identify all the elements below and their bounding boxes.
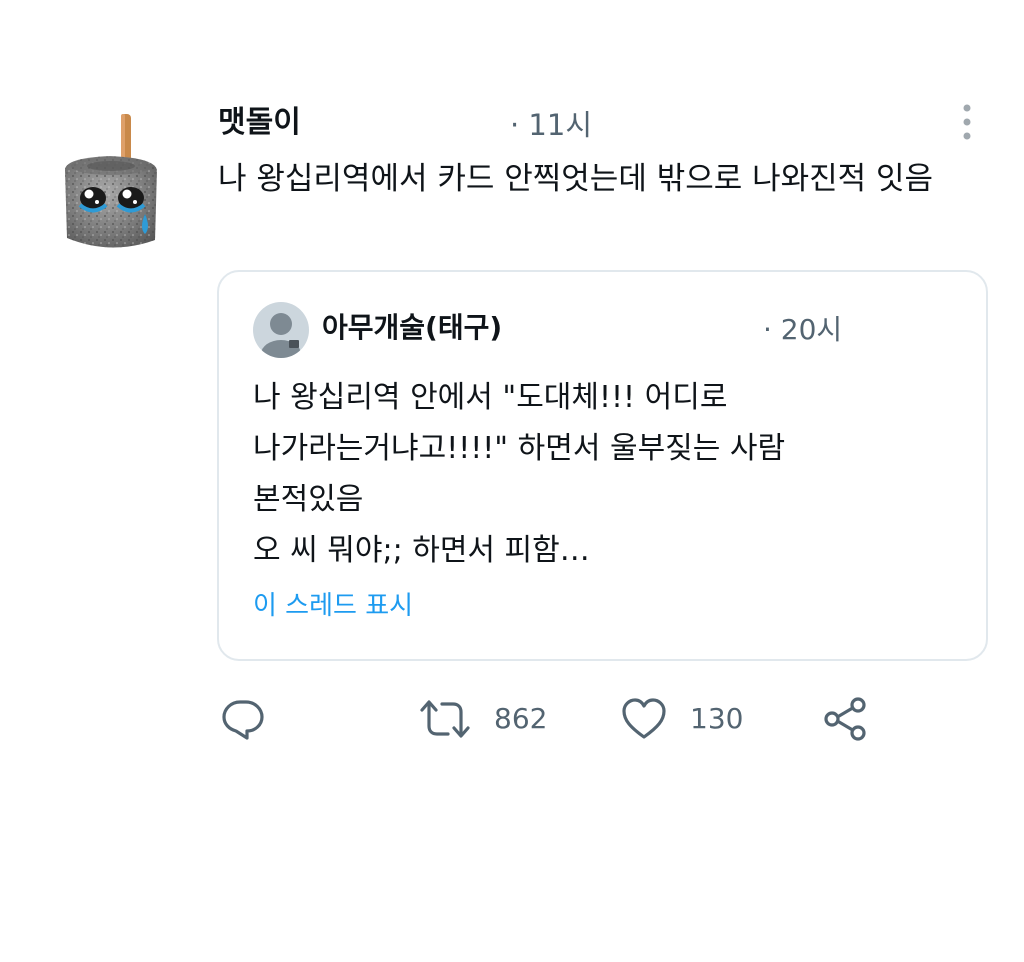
author-name[interactable]: 맷돌이: [218, 103, 301, 143]
like-count: 130: [690, 702, 744, 735]
quote-text: 나 왕십리역 안에서 "도대체!!! 어디로 나가라는거냐고!!!!" 하면서 …: [253, 372, 953, 576]
retweet-icon: [420, 700, 470, 738]
tweet-timestamp[interactable]: · 11시: [510, 105, 592, 145]
heart-icon: [622, 698, 666, 739]
quote-author-name[interactable]: 아무개술(태구): [322, 308, 502, 348]
default-profile-icon[interactable]: [253, 302, 309, 358]
quote-text-line: 오 씨 뭐야;; 하면서 피함…: [253, 533, 590, 568]
retweet-count: 862: [494, 702, 548, 735]
quote-timestamp[interactable]: · 20시: [763, 310, 842, 350]
show-thread-link[interactable]: 이 스레드 표시: [253, 586, 413, 626]
author-avatar[interactable]: [55, 110, 165, 260]
share-button[interactable]: [822, 696, 868, 742]
share-icon: [824, 697, 866, 741]
tweet-text: 나 왕십리역에서 카드 안찍엇는데 밖으로 나와진적 잇음: [218, 161, 934, 197]
millstone-crying-icon: [65, 114, 157, 248]
quote-tweet-card[interactable]: 아무개술(태구) · 20시 나 왕십리역 안에서 "도대체!!! 어디로 나가…: [217, 270, 988, 661]
like-button[interactable]: 130: [620, 696, 743, 742]
reply-button[interactable]: [220, 696, 266, 742]
more-vertical-icon[interactable]: [955, 102, 979, 142]
reply-icon: [222, 700, 264, 740]
retweet-button[interactable]: 862: [418, 696, 547, 742]
quote-text-line: 나가라는거냐고!!!!" 하면서 울부짖는 사람: [253, 431, 786, 466]
quote-text-line: 본적있음: [253, 482, 364, 517]
quote-text-line: 나 왕십리역 안에서 "도대체!!! 어디로: [253, 380, 728, 415]
